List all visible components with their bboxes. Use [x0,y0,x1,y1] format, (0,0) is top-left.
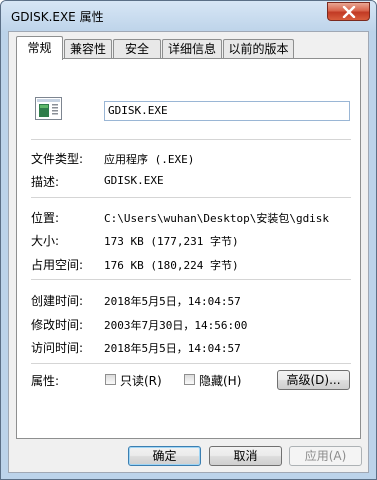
readonly-checkbox[interactable] [105,374,116,385]
tab-compatibility[interactable]: 兼容性 [64,39,112,59]
properties-window: GDISK.EXE 属性 常规 兼容性 安全 详细信息 以前的版本 GDISK.… [0,0,377,480]
close-button[interactable] [327,2,370,21]
readonly-checkbox-label[interactable]: 只读(R) [120,372,162,389]
apply-button[interactable]: 应用(A) [289,446,362,466]
ok-button[interactable]: 确定 [128,446,201,466]
dialog-body: 常规 兼容性 安全 详细信息 以前的版本 GDISK.EXE 文件类型: 应用程… [8,31,369,473]
title-bar[interactable]: GDISK.EXE 属性 [1,1,376,31]
close-icon [342,6,356,18]
size-on-disk-value: 176 KB (180,224 字节) [104,259,239,272]
file-type-label: 文件类型: [31,152,84,166]
window-title: GDISK.EXE 属性 [11,10,104,24]
hidden-checkbox[interactable] [184,374,195,385]
location-value: C:\Users\wuhan\Desktop\安装包\gdisk [104,212,330,225]
file-name-input[interactable]: GDISK.EXE [104,101,350,121]
file-type-value: 应用程序 (.EXE) [104,153,195,166]
hidden-checkbox-label[interactable]: 隐藏(H) [199,372,241,389]
created-value: 2018年5月5日，14:04:57 [104,295,241,308]
modified-label: 修改时间: [31,318,84,332]
general-panel: GDISK.EXE 文件类型: 应用程序 (.EXE) 描述: GDISK.EX… [16,58,361,439]
accessed-value: 2018年5月5日，14:04:57 [104,342,241,355]
cancel-button[interactable]: 取消 [209,446,282,466]
accessed-label: 访问时间: [31,341,84,355]
exe-file-icon [35,97,62,120]
divider [31,197,351,198]
advanced-button[interactable]: 高级(D)... [277,370,350,390]
description-value: GDISK.EXE [104,174,164,187]
divider [31,139,351,140]
size-on-disk-label: 占用空间: [31,258,84,272]
size-value: 173 KB (177,231 字节) [104,235,239,248]
location-label: 位置: [31,211,60,225]
tab-details[interactable]: 详细信息 [162,39,222,59]
tab-previous-versions[interactable]: 以前的版本 [223,39,294,59]
attributes-label: 属性: [31,374,60,388]
divider [31,279,351,280]
description-label: 描述: [31,175,60,189]
divider [31,363,351,364]
size-label: 大小: [31,234,60,248]
created-label: 创建时间: [31,294,84,308]
modified-value: 2003年7月30日，14:56:00 [104,319,248,332]
tab-security[interactable]: 安全 [113,39,161,59]
tab-general[interactable]: 常规 [16,36,63,60]
